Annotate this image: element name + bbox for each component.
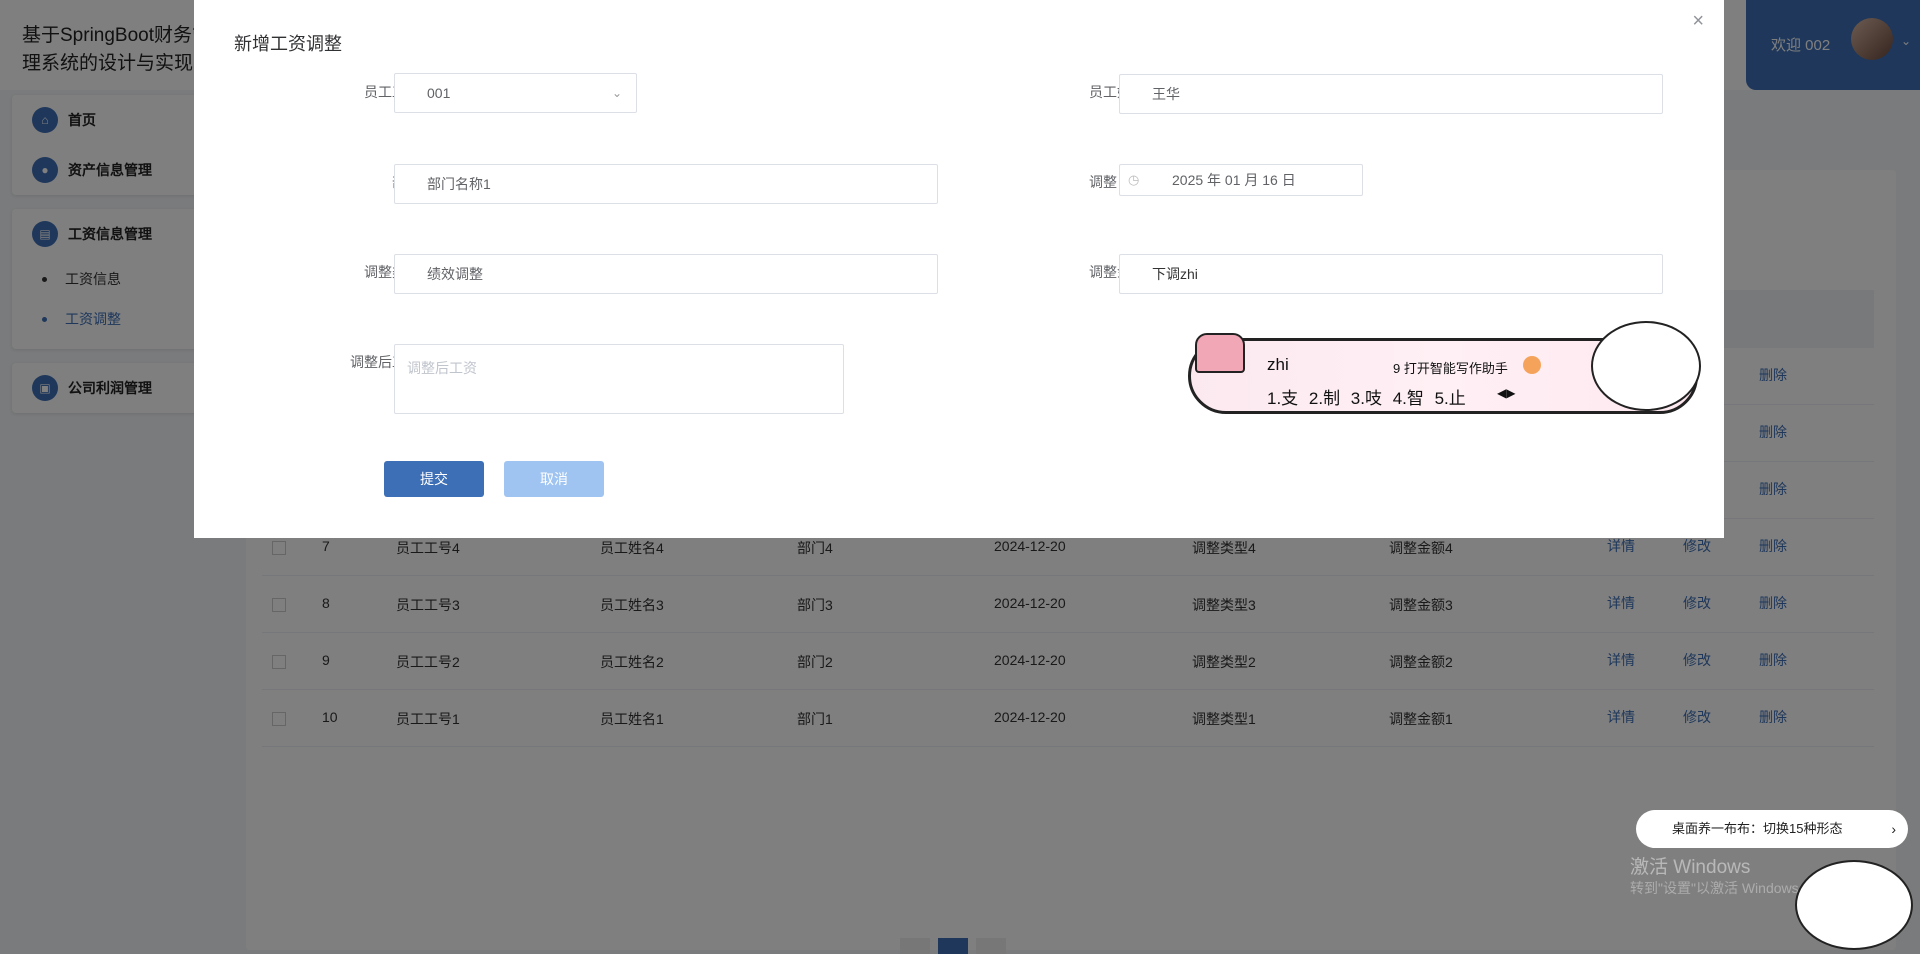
activation-watermark-sub: 转到"设置"以激活 Windows。	[1630, 880, 1813, 896]
assistant-icon[interactable]	[1523, 356, 1541, 374]
dept-field[interactable]: 部门名称1	[394, 164, 938, 204]
ime-writing-assistant[interactable]: 9 打开智能写作助手	[1393, 358, 1508, 377]
desktop-pet-icon[interactable]	[1795, 860, 1913, 950]
type-field[interactable]: 绩效调整	[394, 254, 938, 294]
mailbox-icon	[1195, 333, 1245, 373]
emp-name-field[interactable]: 王华	[1119, 74, 1663, 114]
chevron-down-icon: ⌄	[611, 86, 622, 100]
mascot-icon	[1591, 321, 1701, 411]
dialog-title: 新增工资调整	[234, 34, 342, 54]
dept-value: 部门名称1	[427, 176, 491, 192]
clock-icon: ◷	[1128, 172, 1140, 187]
emp-no-select[interactable]: 001 ⌄	[394, 73, 637, 113]
ime-input: zhi	[1267, 355, 1289, 374]
activation-watermark: 激活 Windows	[1630, 857, 1751, 878]
amount-value: 下调zhi	[1152, 266, 1198, 282]
desktop-pet-toast[interactable]: 桌面养一布布：切换15种形态 ›	[1636, 810, 1908, 848]
submit-button[interactable]: 提交	[384, 461, 484, 497]
ime-page-arrows-icon[interactable]: ◀▶	[1497, 386, 1515, 400]
amount-field[interactable]: 下调zhi	[1119, 254, 1663, 294]
toast-text: 桌面养一布布：切换15种形态	[1672, 821, 1843, 836]
close-icon[interactable]: ×	[1692, 10, 1704, 33]
date-value: 2025 年 01 月 16 日	[1172, 172, 1296, 188]
ime-candidates[interactable]: 1.支 2.制 3.吱 4.智 5.止	[1267, 384, 1466, 409]
after-salary-placeholder: 调整后工资	[407, 360, 477, 376]
type-value: 绩效调整	[427, 266, 483, 282]
chevron-right-icon[interactable]: ›	[1891, 810, 1896, 848]
date-picker[interactable]: ◷ 2025 年 01 月 16 日	[1119, 164, 1363, 196]
cancel-button[interactable]: 取消	[504, 461, 604, 497]
after-salary-textarea[interactable]: 调整后工资	[394, 344, 844, 414]
ime-candidate-popup[interactable]: zhi 9 打开智能写作助手 1.支 2.制 3.吱 4.智 5.止 ◀▶	[1188, 321, 1701, 414]
emp-no-value: 001	[427, 85, 451, 101]
emp-name-value: 王华	[1152, 86, 1180, 102]
add-salary-adjust-dialog: 新增工资调整 × 员工工号 001 ⌄ 员工姓名 王华 部门 部门名称1 调整日…	[194, 0, 1724, 538]
